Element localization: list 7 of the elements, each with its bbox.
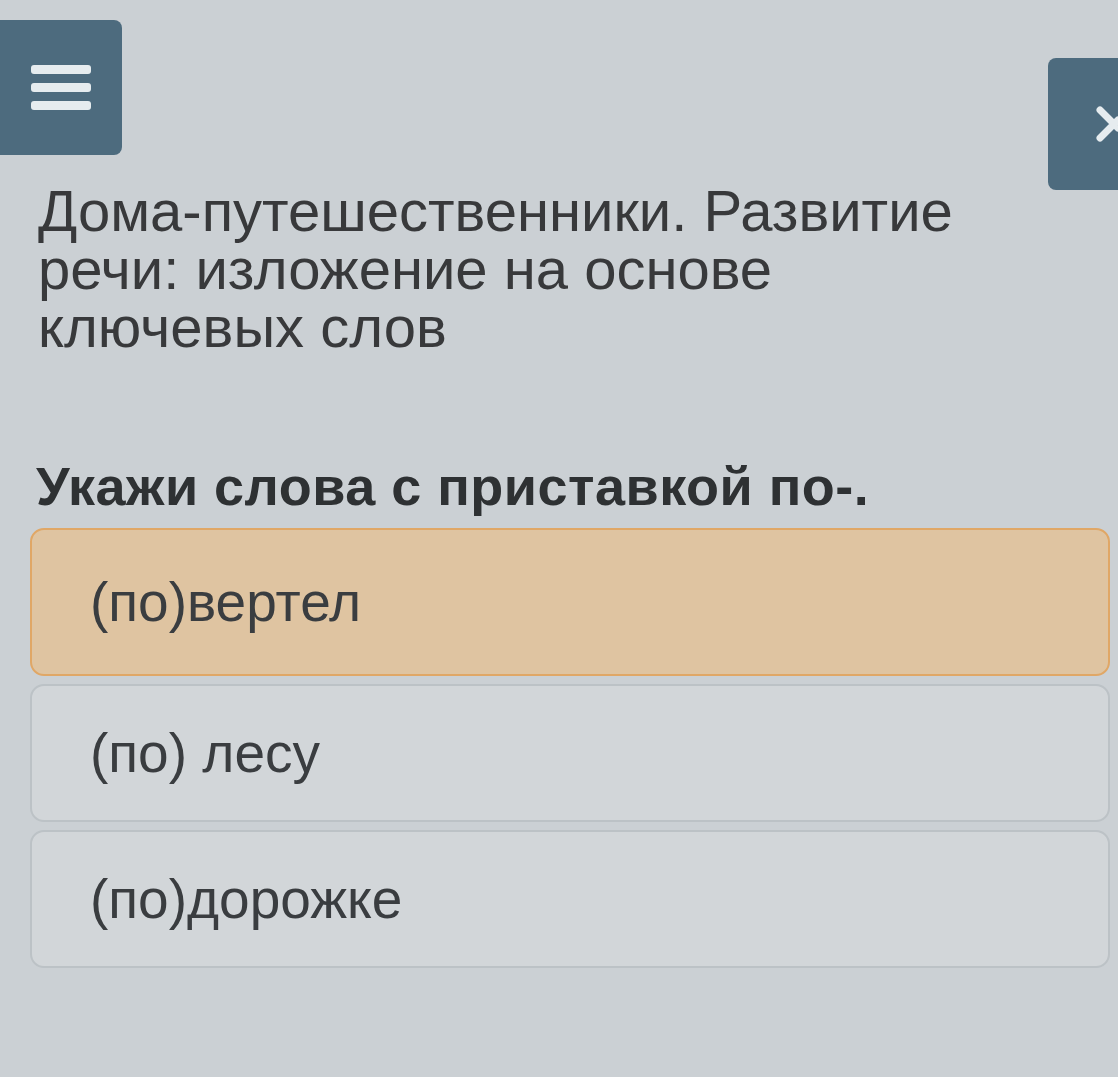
menu-button[interactable]	[0, 20, 122, 155]
answer-option[interactable]: (по)дорожке	[30, 830, 1110, 968]
answer-option[interactable]: (по)вертел	[30, 528, 1110, 676]
lesson-title: Дома-путешественники. Развитие речи: изложение на основе ключевых слов	[38, 182, 954, 356]
question-text: Укажи слова с приставкой по-.	[36, 456, 871, 516]
answer-option[interactable]: (по) лесу	[30, 684, 1110, 822]
close-button[interactable]	[1048, 58, 1118, 190]
